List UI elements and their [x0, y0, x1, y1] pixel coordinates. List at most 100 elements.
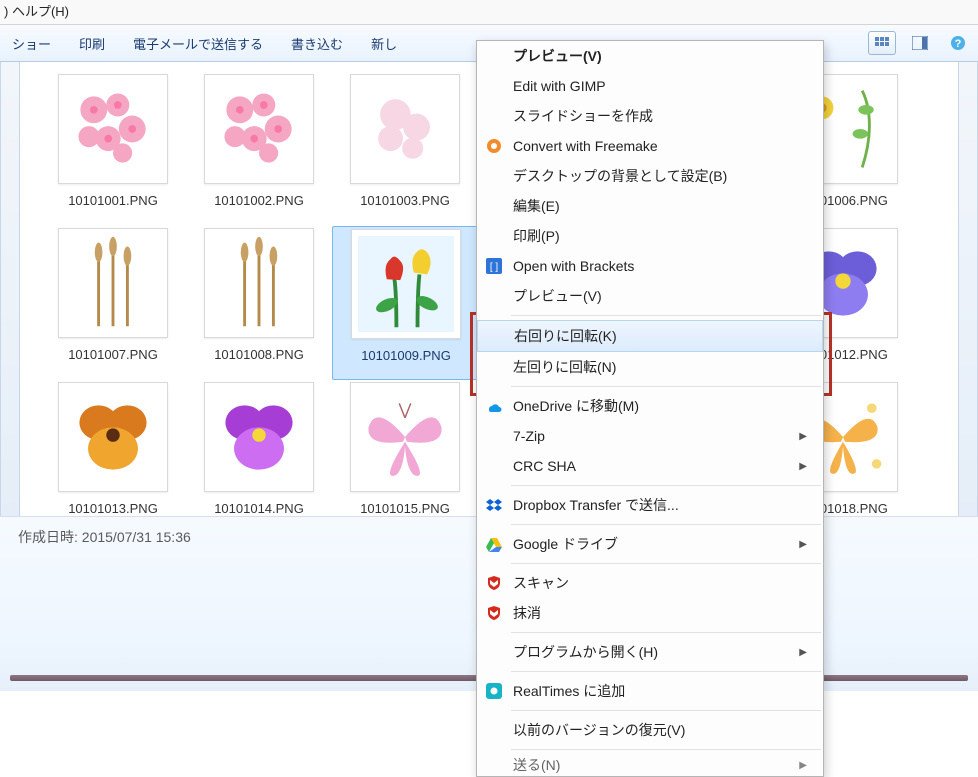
thumbnail-art [357, 81, 453, 177]
thumbnail-frame [58, 382, 168, 492]
thumbnail-frame [204, 228, 314, 338]
context-menu-item[interactable]: スライドショーを作成 [477, 101, 823, 131]
preview-pane-button[interactable] [906, 31, 934, 55]
submenu-arrow-icon: ▶ [799, 461, 807, 472]
toolbar-email[interactable]: 電子メールで送信する [127, 31, 269, 56]
freemake-icon [485, 137, 503, 155]
view-thumbnails-button[interactable] [868, 31, 896, 55]
thumbnail-frame [58, 74, 168, 184]
thumbnail-item[interactable]: 10101009.PNG [332, 226, 480, 380]
thumbnail-item[interactable]: 10101013.PNG [40, 380, 186, 516]
brackets-icon: [ ] [485, 257, 503, 275]
context-menu: プレビュー(V) Edit with GIMP スライドショーを作成 Convert … [476, 40, 824, 777]
toolbar-burn[interactable]: 書き込む [285, 31, 349, 56]
context-menu-item[interactable]: Edit with GIMP [477, 71, 823, 101]
context-menu-label: Dropbox Transfer で送信... [513, 495, 679, 515]
context-menu-item[interactable]: [ ] Open with Brackets [477, 251, 823, 281]
context-menu-item[interactable]: 送る(N) ▶ [477, 754, 823, 776]
context-menu-item[interactable]: 右回りに回転(K) [477, 320, 823, 352]
context-menu-label: 7-Zip [513, 428, 545, 444]
created-value: 2015/07/31 15:36 [82, 529, 191, 545]
context-menu-item[interactable]: プレビュー(V) [477, 41, 823, 71]
help-button[interactable]: ? [944, 31, 972, 55]
thumbnail-label: 10101002.PNG [186, 193, 332, 208]
menubar: ) ヘルプ(H) [0, 0, 978, 25]
context-menu-label: 送る(N) [513, 755, 560, 775]
context-menu-label: プレビュー(V) [513, 286, 602, 306]
context-menu-item[interactable]: RealTimes に追加 [477, 676, 823, 706]
toolbar-print[interactable]: 印刷 [73, 31, 111, 56]
context-menu-item[interactable]: 7-Zip ▶ [477, 421, 823, 451]
thumbnail-art [211, 81, 307, 177]
context-menu-label: スキャン [513, 573, 569, 593]
thumbnail-frame [204, 382, 314, 492]
mcafee-icon [485, 604, 503, 622]
thumbnail-label: 10101001.PNG [40, 193, 186, 208]
context-menu-item[interactable]: Google ドライブ ▶ [477, 529, 823, 559]
toolbar-slideshow[interactable]: ショー [6, 31, 57, 56]
context-menu-label: OneDrive に移動(M) [513, 396, 639, 416]
scrollbar-right[interactable] [958, 62, 978, 516]
thumbnail-label: 10101015.PNG [332, 501, 478, 516]
context-menu-item[interactable]: OneDrive に移動(M) [477, 391, 823, 421]
context-menu-label: Convert with Freemake [513, 138, 658, 154]
menu-help[interactable]: ) ヘルプ(H) [4, 4, 69, 19]
context-menu-label: 左回りに回転(N) [513, 357, 616, 377]
context-menu-item[interactable]: 左回りに回転(N) [477, 352, 823, 382]
context-menu-item[interactable]: Dropbox Transfer で送信... [477, 490, 823, 520]
context-menu-item[interactable]: スキャン [477, 568, 823, 598]
onedrive-icon [485, 397, 503, 415]
thumbnail-item[interactable]: 10101001.PNG [40, 72, 186, 226]
context-menu-item[interactable]: デスクトップの背景として設定(B) [477, 161, 823, 191]
gdrive-icon [485, 535, 503, 553]
thumbnail-label: 10101008.PNG [186, 347, 332, 362]
thumbnail-art [357, 389, 453, 485]
context-menu-label: CRC SHA [513, 458, 576, 474]
thumbnail-item[interactable]: 10101003.PNG [332, 72, 478, 226]
context-menu-label: Edit with GIMP [513, 78, 606, 94]
thumbnail-art [65, 81, 161, 177]
context-menu-item[interactable]: 編集(E) [477, 191, 823, 221]
context-menu-item[interactable]: プログラムから開く(H)▶ [477, 637, 823, 667]
thumbnail-art [65, 389, 161, 485]
context-menu-label: Open with Brackets [513, 258, 634, 274]
scrollbar-left[interactable] [0, 62, 20, 516]
context-menu-label: 以前のバージョンの復元(V) [513, 720, 685, 740]
thumbnail-item[interactable]: 10101015.PNG [332, 380, 478, 516]
thumbnail-label: 10101013.PNG [40, 501, 186, 516]
submenu-arrow-icon: ▶ [799, 431, 807, 442]
context-menu-item[interactable]: プレビュー(V) [477, 281, 823, 311]
thumbnail-art [211, 389, 307, 485]
context-menu-label: 右回りに回転(K) [514, 326, 617, 346]
thumbnail-art [65, 235, 161, 331]
submenu-arrow-icon: ▶ [799, 760, 807, 771]
context-menu-item[interactable]: 抹消 [477, 598, 823, 628]
context-menu-label: Google ドライブ [513, 534, 618, 554]
toolbar-new[interactable]: 新し [365, 31, 403, 56]
svg-text:[ ]: [ ] [490, 262, 499, 273]
thumbnail-label: 10101007.PNG [40, 347, 186, 362]
context-menu-item[interactable]: Convert with Freemake [477, 131, 823, 161]
thumbnail-item[interactable]: 10101002.PNG [186, 72, 332, 226]
thumbnail-art [358, 236, 454, 332]
thumbnail-item[interactable]: 10101007.PNG [40, 226, 186, 380]
realtimes-icon [485, 682, 503, 700]
context-menu-label: 印刷(P) [513, 226, 560, 246]
created-label: 作成日時: [18, 529, 78, 545]
context-menu-label: 抹消 [513, 603, 541, 623]
context-menu-item[interactable]: CRC SHA ▶ [477, 451, 823, 481]
context-menu-label: スライドショーを作成 [513, 106, 653, 126]
context-menu-item[interactable]: 以前のバージョンの復元(V) [477, 715, 823, 745]
submenu-arrow-icon: ▶ [799, 647, 807, 658]
context-menu-label: プレビュー(V) [513, 46, 602, 66]
thumbnail-item[interactable]: 10101014.PNG [186, 380, 332, 516]
thumbnail-item[interactable]: 10101008.PNG [186, 226, 332, 380]
svg-text:?: ? [955, 38, 962, 50]
thumbnail-label: 10101014.PNG [186, 501, 332, 516]
thumbnail-frame [204, 74, 314, 184]
submenu-arrow-icon: ▶ [799, 539, 807, 550]
mcafee-icon [485, 574, 503, 592]
context-menu-item[interactable]: 印刷(P) [477, 221, 823, 251]
thumbnail-frame [350, 382, 460, 492]
context-menu-label: 編集(E) [513, 196, 560, 216]
